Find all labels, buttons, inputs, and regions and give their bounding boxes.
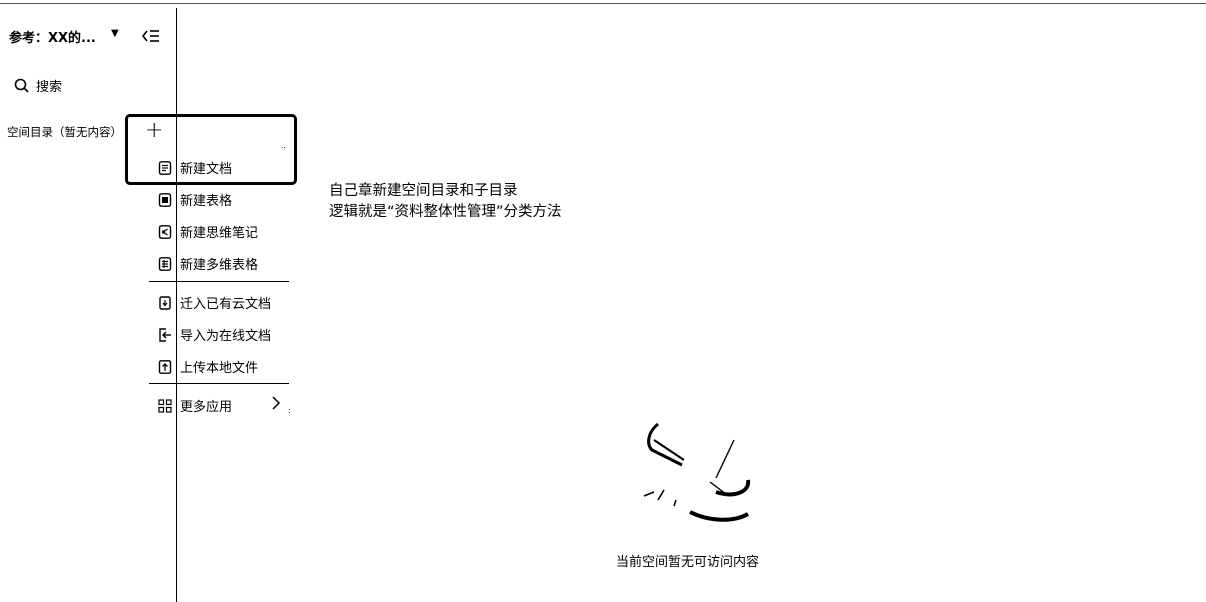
upload-icon bbox=[158, 359, 172, 374]
doc-icon bbox=[158, 160, 172, 175]
empty-state-text: 当前空间暂无可访问内容 bbox=[616, 555, 760, 570]
space-title[interactable]: 参考：XX的... bbox=[9, 27, 96, 46]
menu-item-more-apps[interactable]: 更多应用 bbox=[158, 396, 232, 415]
menu-item-move-in[interactable]: 迁入已有云文档 bbox=[158, 293, 271, 312]
move-in-icon bbox=[158, 295, 172, 310]
annotation-note: 自己章新建空间目录和子目录 逻辑就是“资料整体性管理”分类方法 bbox=[329, 181, 562, 223]
decorative-dots: : bbox=[288, 406, 291, 415]
menu-item-new-bitable[interactable]: 新建多维表格 bbox=[158, 254, 258, 273]
menu-item-label: 上传本地文件 bbox=[180, 361, 259, 376]
mindnote-icon bbox=[158, 224, 172, 239]
search-button[interactable]: 搜索 bbox=[14, 76, 62, 95]
menu-item-label: 更多应用 bbox=[180, 400, 233, 415]
menu-item-label: 新建表格 bbox=[180, 194, 233, 209]
collapse-sidebar-icon[interactable] bbox=[141, 27, 161, 45]
empty-state-illustration bbox=[630, 410, 770, 530]
menu-separator bbox=[149, 383, 289, 384]
menu-item-label: 导入为在线文档 bbox=[180, 329, 272, 344]
annotation-line: 逻辑就是“资料整体性管理”分类方法 bbox=[329, 204, 562, 220]
chevron-right-icon bbox=[271, 395, 281, 415]
menu-item-import[interactable]: 导入为在线文档 bbox=[158, 325, 271, 344]
apps-icon bbox=[158, 398, 172, 413]
menu-item-label: 新建文档 bbox=[180, 162, 233, 177]
menu-item-label: 新建多维表格 bbox=[180, 258, 259, 273]
top-border bbox=[0, 3, 1206, 4]
menu-separator bbox=[149, 281, 289, 282]
menu-item-new-mindnote[interactable]: 新建思维笔记 bbox=[158, 222, 258, 241]
menu-item-upload[interactable]: 上传本地文件 bbox=[158, 357, 258, 376]
menu-item-new-doc[interactable]: 新建文档 bbox=[158, 158, 232, 177]
bitable-icon bbox=[158, 256, 172, 271]
menu-item-new-sheet[interactable]: 新建表格 bbox=[158, 190, 232, 209]
menu-item-label: 新建思维笔记 bbox=[180, 226, 259, 241]
decorative-dots: .. bbox=[281, 141, 287, 150]
search-icon bbox=[14, 78, 29, 93]
search-label: 搜索 bbox=[36, 80, 63, 95]
import-icon bbox=[158, 327, 172, 342]
menu-item-label: 迁入已有云文档 bbox=[180, 297, 272, 312]
dropdown-caret-icon[interactable]: ▼ bbox=[111, 28, 119, 39]
space-directory-label: 空间目录（暂无内容） bbox=[7, 125, 122, 139]
annotation-line: 自己章新建空间目录和子目录 bbox=[329, 183, 518, 199]
sheet-icon bbox=[158, 192, 172, 207]
